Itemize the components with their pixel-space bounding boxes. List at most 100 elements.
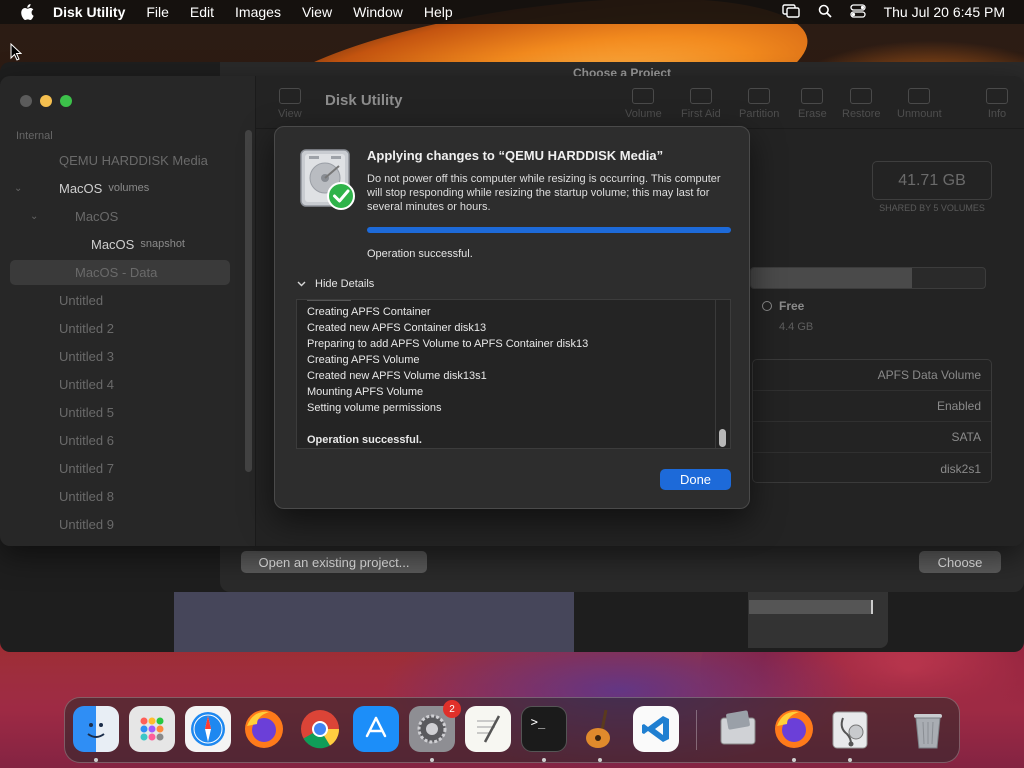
details-log[interactable]: ———— Creating APFS Container Created new…	[296, 299, 731, 449]
boot-camp-icon[interactable]	[715, 706, 761, 752]
free-space-swatch	[762, 301, 772, 311]
sidebar-item-untitled-8[interactable]: Untitled 8	[0, 484, 256, 508]
sidebar-item-macos-snapshot[interactable]: MacOS snapshot	[0, 232, 256, 256]
disk-utility-icon[interactable]	[827, 706, 873, 752]
info-row-type: APFS Data Volume	[753, 360, 991, 391]
info-row-connection: SATA	[753, 422, 991, 453]
sidebar-item-macos-volume[interactable]: ⌄ MacOS	[0, 204, 256, 228]
menu-edit[interactable]: Edit	[190, 4, 214, 20]
capacity-caption: SHARED BY 5 VOLUMES	[879, 203, 985, 213]
log-line: Creating APFS Volume	[307, 354, 420, 366]
sidebar-item-untitled-7[interactable]: Untitled 7	[0, 456, 256, 480]
system-preferences-icon[interactable]: 2	[409, 700, 461, 752]
menu-view[interactable]: View	[302, 4, 332, 20]
background-progress	[749, 600, 873, 614]
terminal-icon[interactable]: >_	[521, 706, 567, 752]
restore-icon	[850, 88, 873, 104]
sidebar-item-untitled-9[interactable]: Untitled 9	[0, 512, 256, 536]
chrome-icon[interactable]	[297, 706, 343, 752]
usage-bar-fill	[751, 268, 913, 288]
apple-menu-icon[interactable]	[18, 0, 36, 24]
info-icon	[986, 88, 1008, 104]
toolbar-partition-button[interactable]: Partition	[739, 88, 779, 120]
finder-icon[interactable]	[73, 706, 119, 752]
dock: 2 >_	[64, 697, 960, 763]
chevron-down-icon[interactable]: ⌄	[30, 211, 38, 222]
log-line: Setting volume permissions	[307, 402, 442, 414]
safari-icon[interactable]	[185, 706, 231, 752]
sidebar-item-macos-data[interactable]: MacOS - Data	[0, 260, 256, 284]
vscode-icon[interactable]	[633, 706, 679, 752]
free-space-value: 4.4 GB	[779, 321, 814, 333]
window-title: Disk Utility	[325, 92, 403, 109]
toolbar-first-aid-button[interactable]: First Aid	[681, 88, 721, 120]
info-row-device: disk2s1	[940, 461, 981, 476]
first-aid-icon	[689, 88, 712, 104]
sidebar-item-untitled-6[interactable]: Untitled 6	[0, 428, 256, 452]
open-existing-project-button[interactable]: Open an existing project...	[241, 551, 427, 573]
trash-icon[interactable]	[905, 706, 951, 752]
status-text: Operation successful.	[367, 248, 473, 260]
spotlight-search-icon[interactable]	[818, 4, 832, 21]
menu-images[interactable]: Images	[235, 4, 281, 20]
info-row-owners: Enabled	[753, 391, 991, 422]
hide-details-toggle[interactable]: Hide Details	[297, 278, 374, 290]
usage-bar	[750, 267, 986, 289]
sidebar-item-untitled-4[interactable]: Untitled 4	[0, 372, 256, 396]
app-store-icon[interactable]	[353, 706, 399, 752]
background-panel	[174, 592, 574, 652]
launchpad-icon[interactable]	[129, 706, 175, 752]
unmount-icon	[908, 88, 931, 104]
toolbar-volume-button[interactable]: Volume	[625, 88, 662, 120]
firefox-icon[interactable]	[771, 706, 817, 752]
toolbar-unmount-button[interactable]: Unmount	[897, 88, 942, 120]
menu-window[interactable]: Window	[353, 4, 403, 20]
log-line: Created new APFS Volume disk13s1	[307, 370, 487, 382]
toolbar-erase-button[interactable]: Erase	[798, 88, 827, 120]
log-line-final: Operation successful.	[307, 434, 422, 446]
sidebar-item-qemu-disk[interactable]: QEMU HARDDISK Media	[0, 148, 256, 172]
sidebar-item-untitled[interactable]: Untitled	[0, 288, 256, 312]
log-scroll-track	[715, 300, 716, 448]
menu-help[interactable]: Help	[424, 4, 453, 20]
sidebar-item-untitled-5[interactable]: Untitled 5	[0, 400, 256, 424]
sidebar-item-macos-container[interactable]: ⌄ MacOS volumes	[0, 176, 256, 200]
log-scrollbar-thumb[interactable]	[719, 429, 726, 447]
hard-drive-success-icon	[299, 148, 355, 210]
volume-icon	[632, 88, 655, 104]
erase-icon	[801, 88, 824, 104]
sidebar-scrollbar[interactable]	[245, 130, 252, 472]
menu-clock[interactable]: Thu Jul 20 6:45 PM	[884, 4, 1005, 20]
progress-bar	[367, 227, 731, 233]
log-line: Created new APFS Container disk13	[307, 322, 487, 334]
chevron-down-icon[interactable]: ⌄	[14, 183, 22, 194]
free-space-label: Free	[779, 299, 805, 313]
firefox-icon[interactable]	[241, 706, 287, 752]
mouse-pointer-icon	[10, 42, 23, 66]
close-button[interactable]	[20, 95, 32, 107]
sidebar-item-untitled-2[interactable]: Untitled 2	[0, 316, 256, 340]
screen-mirroring-icon[interactable]	[781, 3, 800, 21]
done-button[interactable]: Done	[660, 469, 731, 490]
toolbar-info-button[interactable]: Info	[986, 88, 1008, 120]
toolbar-view-button[interactable]: View	[278, 88, 302, 120]
control-center-icon[interactable]	[849, 3, 866, 21]
log-line: Mounting APFS Volume	[307, 386, 424, 398]
menu-file[interactable]: File	[146, 4, 169, 20]
choose-button[interactable]: Choose	[919, 551, 1001, 573]
minimize-button[interactable]	[40, 95, 52, 107]
dock-separator	[696, 710, 697, 750]
menu-bar: Disk Utility File Edit Images View Windo…	[0, 0, 1024, 24]
zoom-button[interactable]	[60, 95, 72, 107]
log-line: Creating APFS Container	[307, 306, 431, 318]
toolbar-restore-button[interactable]: Restore	[842, 88, 881, 120]
menu-app-name[interactable]: Disk Utility	[53, 4, 125, 20]
log-line: Preparing to add APFS Volume to APFS Con…	[307, 338, 589, 350]
sheet-title: Applying changes to “QEMU HARDDISK Media…	[367, 148, 664, 163]
sidebar-section-internal: Internal	[16, 130, 53, 142]
sidebar-view-icon	[278, 88, 301, 104]
garageband-icon[interactable]	[577, 706, 623, 752]
textedit-icon[interactable]	[465, 706, 511, 752]
sidebar-item-untitled-3[interactable]: Untitled 3	[0, 344, 256, 368]
partition-icon	[748, 88, 771, 104]
